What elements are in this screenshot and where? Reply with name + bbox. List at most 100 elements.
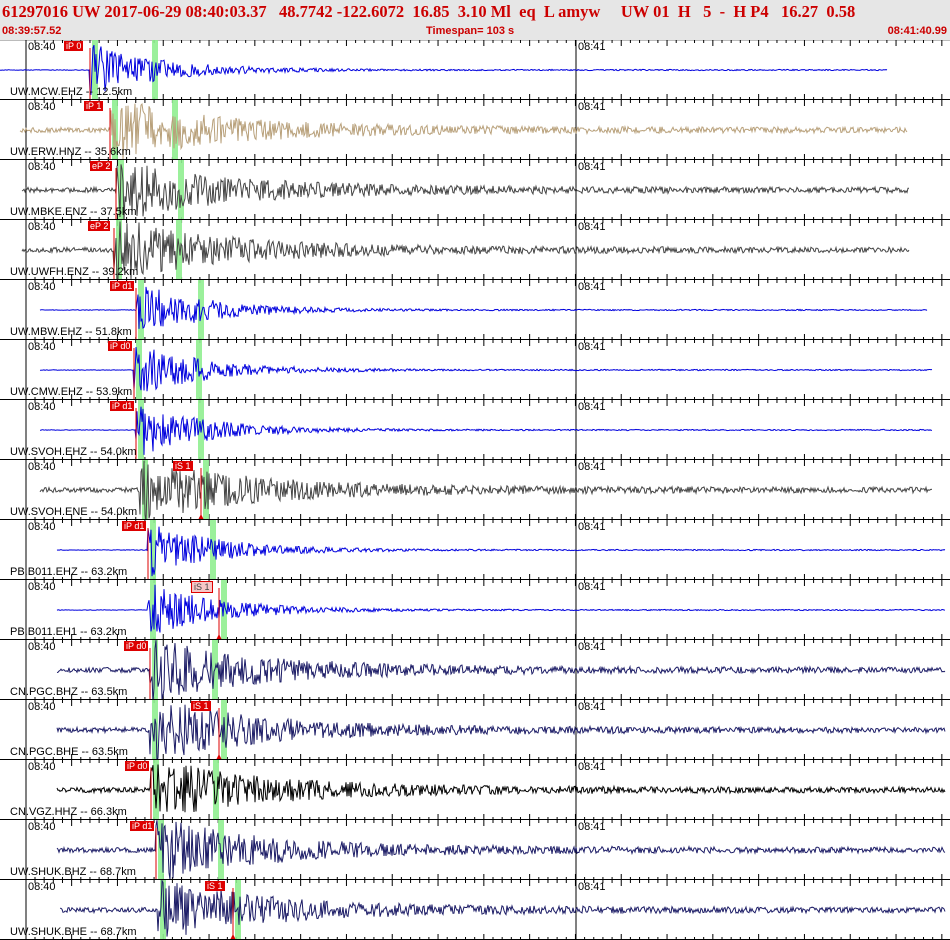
- seismogram-panel[interactable]: 08:40 08:41 iS 1 PB.B011.EH1 -- 63.2km: [0, 580, 950, 640]
- pick-window: [198, 280, 204, 339]
- station-label: CN.PGC.BHZ -- 63.5km: [10, 686, 128, 698]
- seismogram-panel[interactable]: 08:40 08:41 eP 2 UW.MBKE.ENZ -- 37.5km: [0, 160, 950, 220]
- time-tick-label: 08:41: [578, 101, 606, 113]
- waveform-plot: [25, 400, 943, 459]
- time-tick-label: 08:40: [28, 341, 56, 353]
- station-label: UW.SVOH.ENE -- 54.0km: [10, 506, 138, 518]
- time-tick-label: 08:40: [28, 461, 56, 473]
- station-label: UW.SHUK.BHE -- 68.7km: [10, 926, 137, 938]
- time-tick-label: 08:41: [578, 341, 606, 353]
- time-tick-label: 08:41: [578, 641, 606, 653]
- seismogram-panel[interactable]: 08:40 08:41 iP d0 CN.PGC.BHZ -- 63.5km: [0, 640, 950, 700]
- waveform-trace: [39, 286, 928, 329]
- station-label: UW.SHUK.BHZ -- 68.7km: [10, 866, 136, 878]
- station-label: UW.SVOH.EHZ -- 54.0km: [10, 446, 137, 458]
- timespan: Timespan= 103 s: [426, 25, 515, 37]
- waveform-plot: [19, 100, 943, 159]
- station-label: UW.MBKE.ENZ -- 37.5km: [10, 206, 137, 218]
- time-tick-label: 08:40: [28, 281, 56, 293]
- time-tick-label: 08:40: [28, 161, 56, 173]
- time-tick-label: 08:41: [578, 401, 606, 413]
- time-tick-label: 08:41: [578, 221, 606, 233]
- seismogram-panel[interactable]: 08:40 08:41 iP 1 UW.ERW.HNZ -- 35.6km: [0, 100, 950, 160]
- time-tick-label: 08:41: [578, 701, 606, 713]
- station-label: UW.MCW.EHZ -- 12.5km: [10, 86, 133, 98]
- time-tick-label: 08:40: [28, 581, 56, 593]
- waveform-plot: [25, 700, 946, 759]
- seismogram-panel[interactable]: 08:40 08:41 iS 1 CN.PGC.BHE -- 63.5km: [0, 700, 950, 760]
- waveform-trace: [56, 704, 946, 759]
- s-pick-tag[interactable]: iS 1: [191, 701, 211, 711]
- seismogram-panel[interactable]: 08:40 08:41 iP d1 UW.SHUK.BHZ -- 68.7km: [0, 820, 950, 880]
- waveform-trace: [40, 406, 933, 455]
- time-tick-label: 08:41: [578, 761, 606, 773]
- station-label: UW.ERW.HNZ -- 35.6km: [10, 146, 131, 158]
- p-pick-tag[interactable]: iP 1: [84, 101, 104, 111]
- time-tick-label: 08:40: [28, 221, 56, 233]
- waveform-trace: [59, 880, 946, 937]
- station-label: UW.MBW.EHZ -- 51.8km: [10, 326, 132, 338]
- s-pick-tag[interactable]: iS 1: [191, 581, 213, 593]
- time-tick-label: 08:41: [578, 281, 606, 293]
- seismogram-panel[interactable]: 08:40 08:41 iP d1 PB.B011.EHZ -- 63.2km: [0, 520, 950, 580]
- time-tick-label: 08:41: [578, 581, 606, 593]
- seismogram-panel[interactable]: 08:40 08:41 iP d0 UW.CMW.EHZ -- 53.9km: [0, 340, 950, 400]
- waveform-plot: [25, 880, 946, 939]
- waveform-plot: [0, 40, 943, 99]
- end-time: 08:41:40.99: [887, 25, 947, 37]
- time-tick-label: 08:41: [578, 521, 606, 533]
- waveform-plot: [25, 340, 943, 399]
- start-time: 08:39:57.52: [2, 25, 62, 37]
- waveform-trace: [21, 164, 909, 219]
- event-title: 61297016 UW 2017-06-29 08:40:03.37 48.77…: [2, 2, 856, 21]
- time-tick-label: 08:40: [28, 521, 56, 533]
- seismogram-panel[interactable]: 08:40 08:41 iP d0 CN.VGZ.HHZ -- 66.3km: [0, 760, 950, 820]
- p-pick-tag[interactable]: eP 2: [88, 221, 111, 231]
- header-bar: 61297016 UW 2017-06-29 08:40:03.37 48.77…: [0, 0, 950, 41]
- seismogram-panel[interactable]: 08:40 08:41 eP 2 UW.UWFH.ENZ -- 39.2km: [0, 220, 950, 280]
- waveform-trace: [39, 347, 933, 392]
- time-tick-label: 08:41: [578, 161, 606, 173]
- waveform-trace: [21, 221, 910, 279]
- time-tick-label: 08:40: [28, 101, 56, 113]
- waveform-trace: [56, 820, 946, 879]
- time-tick-label: 08:40: [28, 641, 56, 653]
- p-pick-tag[interactable]: iP d0: [125, 761, 150, 771]
- p-pick-tag[interactable]: iP d1: [130, 821, 155, 831]
- waveform-plot: [25, 280, 943, 339]
- time-tick-label: 08:40: [28, 701, 56, 713]
- waveform-trace: [19, 103, 908, 159]
- seismogram-panel[interactable]: 08:40 08:41 iP d1 UW.SVOH.EHZ -- 54.0km: [0, 400, 950, 460]
- waveform-plot: [25, 580, 946, 639]
- p-pick-tag[interactable]: iP d1: [122, 521, 147, 531]
- station-label: PB.B011.EHZ -- 63.2km: [10, 566, 128, 578]
- waveform-trace: [56, 526, 946, 577]
- waveform-trace: [56, 640, 946, 699]
- time-tick-label: 08:40: [28, 41, 56, 53]
- time-tick-label: 08:40: [28, 821, 56, 833]
- seismogram-panel[interactable]: 08:40 08:41 iP 0 UW.MCW.EHZ -- 12.5km: [0, 40, 950, 100]
- p-pick-tag[interactable]: iP d1: [110, 401, 135, 411]
- time-tick-label: 08:40: [28, 881, 56, 893]
- seismogram-panel[interactable]: 08:40 08:41 iS 1 UW.SVOH.ENE -- 54.0km: [0, 460, 950, 520]
- station-label: CN.VGZ.HHZ -- 66.3km: [10, 806, 127, 818]
- time-tick-label: 08:41: [578, 881, 606, 893]
- p-pick-tag[interactable]: iP d0: [108, 341, 133, 351]
- s-pick-tag[interactable]: iS 1: [173, 461, 193, 471]
- time-tick-label: 08:40: [28, 761, 56, 773]
- station-label: UW.CMW.EHZ -- 53.9km: [10, 386, 133, 398]
- station-label: PB.B011.EH1 -- 63.2km: [10, 626, 127, 638]
- p-pick-tag[interactable]: iP d1: [110, 281, 135, 291]
- station-label: CN.PGC.BHE -- 63.5km: [10, 746, 128, 758]
- p-pick-tag[interactable]: eP 2: [90, 161, 113, 171]
- time-tick-label: 08:41: [578, 821, 606, 833]
- waveform-plot: [21, 160, 943, 219]
- p-pick-tag[interactable]: iP 0: [64, 41, 84, 51]
- seismogram-panel[interactable]: 08:40 08:41 iS 1 UW.SHUK.BHE -- 68.7km: [0, 880, 950, 940]
- p-pick-tag[interactable]: iP d0: [124, 641, 149, 651]
- seismogram-panels[interactable]: 08:40 08:41 iP 0 UW.MCW.EHZ -- 12.5km 08:40 0…: [0, 40, 950, 940]
- s-pick-tag[interactable]: iS 1: [205, 881, 225, 891]
- station-label: UW.UWFH.ENZ -- 39.2km: [10, 266, 139, 278]
- waveform-trace: [0, 44, 888, 95]
- seismogram-panel[interactable]: 08:40 08:41 iP d1 UW.MBW.EHZ -- 51.8km: [0, 280, 950, 340]
